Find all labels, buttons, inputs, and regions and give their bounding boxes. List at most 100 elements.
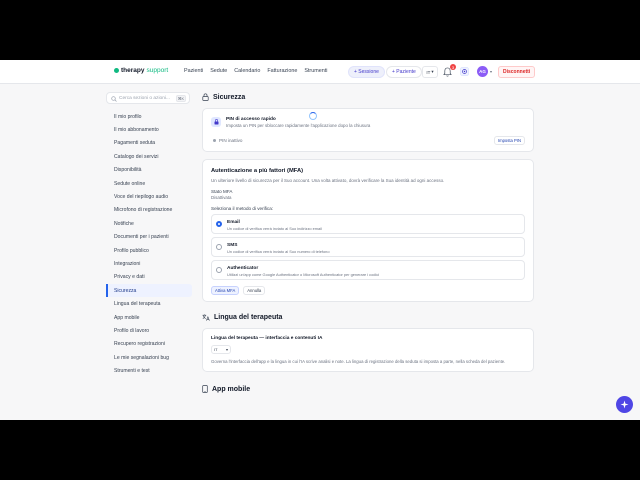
pin-description: Imposta un PIN per sbloccare rapidamente… bbox=[226, 122, 371, 128]
language-value: IT bbox=[426, 69, 431, 75]
brand-name: therapy bbox=[121, 67, 145, 74]
search-placeholder: Cerca sezioni o azioni... bbox=[119, 95, 170, 101]
activate-mfa-label: Attiva MFA bbox=[215, 288, 236, 293]
brand-logo[interactable]: therapy support bbox=[114, 67, 168, 74]
mfa-option-sms[interactable]: SMS Un codice di verifica verrà inviato … bbox=[211, 237, 525, 257]
chevron-down-icon: ▾ bbox=[225, 347, 228, 352]
pin-status-text: PIN inattivo bbox=[219, 138, 243, 143]
pin-status: PIN inattivo bbox=[213, 138, 243, 143]
sidebar-item-profilo-pubblico[interactable]: Profilo pubblico bbox=[106, 244, 192, 257]
sidebar-item-segnalazioni[interactable]: Le mie segnalazioni bug bbox=[106, 351, 192, 364]
mfa-option-authenticator[interactable]: Authenticator Utilizzi un'app come Googl… bbox=[211, 260, 525, 280]
option-title: Email bbox=[227, 220, 240, 225]
chevron-down-icon: ▾ bbox=[431, 69, 434, 74]
nav-fatturazione[interactable]: Fatturazione bbox=[267, 68, 297, 74]
security-section-title: Sicurezza bbox=[202, 90, 534, 104]
language-field-label: Lingua del terapeuta — interfaccia e con… bbox=[211, 336, 323, 341]
brand-dot-icon bbox=[114, 68, 119, 73]
option-desc: Un codice di verifica verrà inviato al S… bbox=[227, 249, 330, 254]
mfa-description: Un ulteriore livello di sicurezza per il… bbox=[211, 178, 445, 183]
sidebar-item-voce-riepilogo[interactable]: Voce del riepilogo audio bbox=[106, 190, 192, 203]
security-title: Sicurezza bbox=[213, 93, 246, 101]
language-selector[interactable]: IT ▾ bbox=[422, 66, 438, 78]
mfa-option-email[interactable]: Email Un codice di verifica verrà inviat… bbox=[211, 214, 525, 234]
new-session-label: + Sessione bbox=[354, 69, 379, 75]
language-card: Lingua del terapeuta — interfaccia e con… bbox=[202, 328, 534, 373]
disconnect-button[interactable]: Disconnetti bbox=[498, 66, 536, 78]
nav-pazienti[interactable]: Pazienti bbox=[184, 68, 203, 74]
main-nav: Pazienti Sedute Calendario Fatturazione … bbox=[184, 68, 327, 74]
smartphone-icon bbox=[202, 385, 208, 394]
new-session-button[interactable]: + Sessione bbox=[348, 66, 385, 78]
option-title: Authenticator bbox=[227, 266, 259, 271]
search-shortcut: ⌘K bbox=[175, 95, 186, 102]
sidebar-item-sicurezza[interactable]: Sicurezza bbox=[106, 284, 192, 298]
main-content: Sicurezza PIN di accesso rapido Imposta … bbox=[202, 90, 534, 396]
sidebar-item-strumenti-test[interactable]: Strumenti e test bbox=[106, 364, 192, 377]
language-section-title: Lingua del terapeuta bbox=[202, 310, 534, 324]
radio-email[interactable] bbox=[216, 221, 222, 227]
cancel-button[interactable]: Annulla bbox=[243, 286, 266, 295]
mfa-actions: Attiva MFA Annulla bbox=[211, 286, 525, 295]
mobile-title: App mobile bbox=[212, 385, 251, 393]
sidebar-item-notifiche[interactable]: Notifiche bbox=[106, 217, 192, 230]
sidebar-item-lingua[interactable]: Lingua del terapeuta bbox=[106, 297, 192, 310]
sparkle-icon bbox=[620, 400, 629, 409]
sidebar-item-recupero[interactable]: Recupero registrazioni bbox=[106, 338, 192, 351]
therapist-language-select[interactable]: IT ▾ bbox=[211, 345, 231, 354]
sidebar-item-documenti[interactable]: Documenti per i pazienti bbox=[106, 231, 192, 244]
sidebar-search-input[interactable]: Cerca sezioni o azioni... ⌘K bbox=[106, 92, 190, 104]
sidebar-item-sedute-online[interactable]: Sedute online bbox=[106, 177, 192, 190]
therapist-language-value: IT bbox=[214, 347, 218, 352]
nav-sedute[interactable]: Sedute bbox=[210, 68, 227, 74]
sidebar-item-privacy[interactable]: Privacy e dati bbox=[106, 271, 192, 284]
nav-calendario[interactable]: Calendario bbox=[234, 68, 260, 74]
language-description: Governa l'interfaccia dell'app e la ling… bbox=[211, 359, 506, 364]
translate-icon bbox=[202, 313, 210, 321]
settings-icon[interactable] bbox=[460, 67, 469, 76]
sidebar-list: Il mio profilo Il mio abbonamento Pagame… bbox=[106, 110, 192, 378]
set-pin-button[interactable]: Imposta PIN bbox=[493, 136, 525, 145]
mfa-title: Autenticazione a più fattori (MFA) bbox=[211, 168, 304, 174]
sidebar-item-profilo-lavoro[interactable]: Profilo di lavoro bbox=[106, 324, 192, 337]
new-patient-label: + Paziente bbox=[392, 69, 416, 75]
new-patient-button[interactable]: + Paziente bbox=[386, 66, 422, 78]
avatar-chevron-icon[interactable]: ▾ bbox=[490, 69, 492, 74]
user-avatar[interactable]: AG bbox=[477, 66, 488, 77]
option-title: SMS bbox=[227, 243, 238, 248]
mfa-status-value: Disattivata bbox=[211, 195, 232, 200]
set-pin-label: Imposta PIN bbox=[497, 138, 521, 143]
option-desc: Un codice di verifica verrà inviato al S… bbox=[227, 226, 322, 231]
sidebar-item-pagamenti[interactable]: Pagamenti seduta bbox=[106, 137, 192, 150]
loading-spinner-icon bbox=[309, 112, 317, 120]
sidebar-item-integrazioni[interactable]: Integrazioni bbox=[106, 257, 192, 270]
cancel-label: Annulla bbox=[247, 288, 262, 293]
mobile-section-title: App mobile bbox=[202, 382, 534, 396]
sidebar-item-profilo[interactable]: Il mio profilo bbox=[106, 110, 192, 123]
settings-sidebar: Cerca sezioni o azioni... ⌘K Il mio prof… bbox=[106, 92, 192, 378]
pin-card: PIN di accesso rapido Imposta un PIN per… bbox=[202, 108, 534, 152]
assistant-fab[interactable] bbox=[616, 396, 633, 413]
top-bar: therapy support Pazienti Sedute Calendar… bbox=[0, 60, 640, 84]
activate-mfa-button[interactable]: Attiva MFA bbox=[211, 286, 240, 295]
pin-info: PIN di accesso rapido Imposta un PIN per… bbox=[211, 115, 521, 129]
status-dot-icon bbox=[213, 139, 216, 142]
mfa-status-label: Stato MFA bbox=[211, 189, 233, 194]
sidebar-item-microfono[interactable]: Microfono di registrazione bbox=[106, 204, 192, 217]
mfa-card: Autenticazione a più fattori (MFA) Un ul… bbox=[202, 159, 534, 302]
radio-sms[interactable] bbox=[216, 244, 222, 250]
option-desc: Utilizzi un'app come Google Authenticato… bbox=[227, 272, 380, 277]
brand-suffix: support bbox=[146, 67, 169, 74]
pin-lock-icon bbox=[211, 117, 221, 127]
sidebar-item-app-mobile[interactable]: App mobile bbox=[106, 311, 192, 324]
notification-badge: 3 bbox=[450, 64, 456, 70]
sidebar-item-catalogo[interactable]: Catalogo dei servizi bbox=[106, 150, 192, 163]
search-icon bbox=[111, 96, 117, 102]
sidebar-item-abbonamento[interactable]: Il mio abbonamento bbox=[106, 123, 192, 136]
language-title: Lingua del terapeuta bbox=[214, 313, 283, 321]
radio-authenticator[interactable] bbox=[216, 267, 222, 273]
sidebar-item-disponibilita[interactable]: Disponibilità bbox=[106, 164, 192, 177]
mfa-method-label: Seleziona il metodo di verifica: bbox=[211, 206, 274, 211]
app-window: therapy support Pazienti Sedute Calendar… bbox=[0, 60, 640, 420]
nav-strumenti[interactable]: Strumenti bbox=[304, 68, 327, 74]
